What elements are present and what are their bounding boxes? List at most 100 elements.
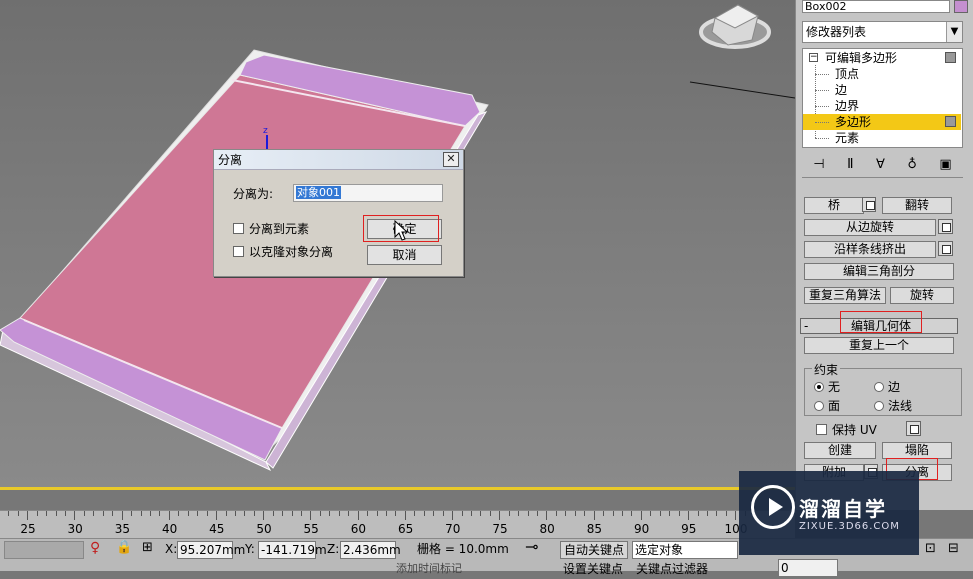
x-coordinate-field[interactable]: 95.207mm (177, 541, 245, 559)
collapse-button[interactable]: 塌陷 (882, 442, 952, 459)
stack-item-label: 多边形 (835, 115, 872, 129)
timeline-tick (489, 511, 491, 516)
flip-button[interactable]: 翻转 (882, 197, 952, 214)
extrude-spline-settings-icon[interactable] (938, 241, 953, 256)
command-panel: Box002 修改器列表 ▼ − 可编辑多边形 顶点 边 边界 多边形 元素 ⊣ Ⅱ… (795, 0, 973, 510)
lock-icon[interactable]: 🔒 (116, 540, 132, 558)
timeline-tick-label: 35 (114, 522, 131, 536)
timeline-tick (168, 511, 170, 520)
configure-sets-icon[interactable]: ▣ (939, 157, 951, 172)
constraint-edge-radio[interactable]: 边 (874, 378, 900, 395)
modifier-list-dropdown[interactable]: 修改器列表 ▼ (802, 21, 963, 43)
stack-item-editable-poly[interactable]: − 可编辑多边形 (803, 50, 961, 66)
radio-dot (874, 381, 884, 392)
maxscript-listener[interactable] (4, 541, 84, 559)
absolute-mode-icon[interactable]: ⊞ (142, 540, 153, 558)
modifier-list-label: 修改器列表 (806, 25, 867, 39)
y-coordinate-field[interactable]: -141.719m (258, 541, 327, 559)
make-unique-icon[interactable]: ∀ (876, 157, 885, 172)
add-time-tag[interactable]: 添加时间标记 (396, 561, 462, 579)
detach-as-clone-checkbox[interactable]: 以克隆对象分离 (233, 243, 333, 260)
stack-item-vertex[interactable]: 顶点 (803, 66, 961, 82)
hinge-settings-icon[interactable] (938, 219, 953, 234)
viewcube[interactable] (699, 4, 771, 49)
timeline-tick (716, 511, 718, 516)
timeline-tick (36, 511, 38, 516)
radio-label: 无 (828, 380, 841, 394)
hinge-from-edge-button[interactable]: 从边旋转 (804, 219, 936, 236)
auto-key-button[interactable]: 自动关键点 (560, 541, 628, 559)
z-coordinate-field[interactable]: 2.436mm (340, 541, 401, 559)
stack-item-element[interactable]: 元素 (803, 130, 961, 146)
timeline-tick (574, 511, 576, 516)
maximize-viewport-icon[interactable]: ⊟ (948, 541, 959, 559)
stack-item-edge[interactable]: 边 (803, 82, 961, 98)
key-mode-icon[interactable]: ⊸ (525, 539, 538, 557)
retriangulate-button[interactable]: 重复三角算法 (804, 287, 886, 304)
watermark: 溜溜自学 ZIXUE.3D66.COM (739, 471, 919, 555)
track-bar[interactable]: 25 30 35 40 45 50 55 60 65 70 75 80 85 90 95 100 (0, 510, 795, 538)
preserve-uv-label: 保持 UV (832, 423, 877, 437)
constraint-face-radio[interactable]: 面 (814, 397, 840, 414)
dialog-titlebar[interactable]: 分离 (214, 150, 463, 170)
timeline-tick (244, 511, 246, 516)
timeline-tick (150, 511, 151, 516)
turn-button[interactable]: 旋转 (890, 287, 954, 304)
constraint-normal-radio[interactable]: 法线 (874, 397, 912, 414)
timeline-tick-label: 90 (633, 522, 650, 536)
watermark-url: ZIXUE.3D66.COM (799, 521, 900, 532)
timeline-tick (508, 511, 510, 516)
timeline-tick (678, 511, 680, 516)
set-key-button[interactable]: 设置关键点 (563, 561, 623, 579)
cancel-button[interactable]: 取消 (367, 245, 442, 265)
edit-triangulation-button[interactable]: 编辑三角剖分 (804, 263, 954, 280)
timeline-tick (706, 511, 708, 516)
viewport-active-border (0, 487, 795, 490)
timeline-tick (603, 511, 605, 516)
watermark-title: 溜溜自学 (799, 497, 887, 521)
selection-set-dropdown[interactable]: 选定对象 (632, 541, 738, 559)
timeline-tick (555, 511, 557, 516)
timeline-tick-label: 45 (209, 522, 225, 536)
show-end-result-icon[interactable]: Ⅱ (847, 157, 853, 172)
close-icon[interactable]: ✕ (443, 152, 459, 167)
object-name-field[interactable]: Box002 (802, 0, 950, 13)
object-color-swatch[interactable] (954, 0, 968, 13)
repeat-last-button[interactable]: 重复上一个 (804, 337, 954, 354)
extrude-along-spline-button[interactable]: 沿样条线挤出 (804, 241, 936, 258)
zoom-extents-icon[interactable]: ⊡ (925, 541, 936, 559)
timeline-tick (725, 511, 727, 516)
radio-dot (814, 381, 824, 392)
preserve-uv-settings-icon[interactable] (906, 421, 921, 436)
timeline-tick (348, 511, 350, 516)
collapse-icon[interactable]: − (809, 53, 818, 62)
timeline-tick (17, 511, 19, 516)
timeline-tick-label: 65 (397, 522, 414, 536)
timeline-tick-label: 55 (303, 522, 319, 536)
isolate-selection-icon[interactable]: ♀ (90, 540, 100, 558)
timeline-tick (565, 511, 567, 516)
remove-modifier-icon[interactable]: ♁ (907, 157, 917, 172)
key-filters-button[interactable]: 关键点过滤器 (636, 561, 708, 579)
stack-item-border[interactable]: 边界 (803, 98, 961, 114)
timeline-tick (140, 511, 142, 516)
timeline-tick (659, 511, 661, 516)
bridge-button[interactable]: 桥 (804, 197, 864, 214)
timeline-tick (442, 511, 444, 516)
constraint-none-radio[interactable]: 无 (814, 378, 840, 395)
timeline-tick (499, 511, 501, 520)
timeline-tick-label: 50 (256, 522, 272, 536)
chevron-down-icon: ▼ (946, 22, 962, 42)
stack-status-icon (945, 52, 956, 63)
frame-field[interactable]: 0 (778, 559, 838, 577)
preserve-uv-checkbox[interactable]: 保持 UV (816, 421, 877, 438)
detach-to-element-checkbox[interactable]: 分离到元素 (233, 220, 309, 237)
stack-item-polygon[interactable]: 多边形 (803, 114, 961, 130)
detach-dialog: 分离 ✕ 分离为: 对象001 分离到元素 以克隆对象分离 确定 取消 (213, 149, 464, 277)
detach-as-label: 分离为: (233, 187, 274, 201)
create-button[interactable]: 创建 (804, 442, 876, 459)
object-name-input[interactable]: 对象001 (293, 184, 443, 202)
bridge-settings-icon[interactable] (862, 197, 876, 212)
pin-stack-icon[interactable]: ⊣ (813, 157, 824, 172)
detach-to-element-label: 分离到元素 (249, 222, 310, 236)
